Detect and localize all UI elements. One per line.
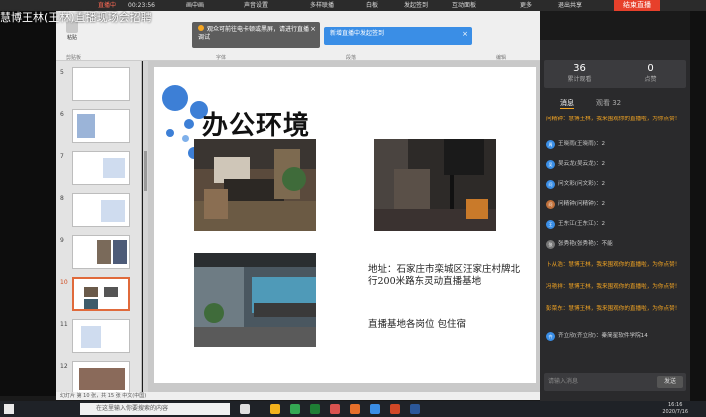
group-clipboard: 剪贴板 (66, 55, 82, 61)
chrome-icon[interactable] (290, 404, 300, 414)
right-dark-strip (690, 11, 706, 401)
slide-thumbnails: 5 6 7 8 9 10 11 12 (56, 61, 142, 395)
status-bar: 幻灯片 第 10 张，共 15 张 中文(中国) (56, 392, 540, 400)
more-button[interactable]: 更多 (520, 1, 532, 10)
app-icon[interactable] (330, 404, 340, 414)
left-dark-strip (0, 11, 56, 396)
avatar: 问 (546, 180, 555, 189)
taskbar-search-input[interactable]: 在这里输入你要搜索的内容 (80, 403, 230, 415)
office-photo-reception (194, 139, 316, 231)
decor-circle (184, 119, 194, 129)
slide-thumbnail[interactable] (72, 193, 130, 227)
slide-thumbnail[interactable] (72, 67, 130, 101)
slide: 办公环境 地址：石家庄市栾城区汪家庄村牌北行200米路东灵动直播基地 直播基地各… (154, 67, 536, 383)
thumb-number: 6 (60, 111, 64, 118)
whiteboard-button[interactable]: 白板 (366, 1, 378, 10)
slide-thumbnail[interactable] (72, 361, 130, 395)
thumb-number: 5 (60, 69, 64, 76)
overlay-title: 慧博王林(王林)直播现场会招聘 (0, 11, 152, 24)
task-view-icon[interactable] (240, 404, 250, 414)
windows-start-icon[interactable] (4, 404, 14, 414)
thumb-number: 10 (60, 279, 68, 286)
slide-thumbnail[interactable] (72, 109, 130, 143)
group-font: 字体 (216, 55, 227, 61)
app-icon[interactable] (350, 404, 360, 414)
stat-likes: 0 点赞 (644, 63, 657, 83)
send-button[interactable]: 发送 (657, 376, 683, 388)
decor-circle (166, 129, 174, 137)
multicast-button[interactable]: 多样联播 (310, 1, 334, 10)
group-editing: 编辑 (496, 55, 507, 61)
warning-icon (198, 25, 204, 31)
avatar: 齐 (546, 332, 555, 341)
avatar: 吴 (546, 160, 555, 169)
sound-settings-button[interactable]: 声音设置 (244, 1, 268, 10)
file-explorer-icon[interactable] (270, 404, 280, 414)
live-side-panel: 36 累计观看 0 点赞 消息 观看 32 问精钟：慧博王林，我来围观你的直播啦… (540, 40, 690, 401)
message-list: 问精钟：慧博王林，我来围观你的直播啦，为你点赞！ 周王晓雨(王晓雨)：2 吴吴云… (544, 116, 686, 368)
group-paragraph: 段落 (346, 55, 357, 61)
system-message: 冯艳祥：慧博王林，我来围观你的直播啦，为你点赞！ (546, 284, 681, 290)
avatar: 问 (546, 200, 555, 209)
windows-taskbar: 在这里输入你要搜索的内容 16:16 2020/7/16 (0, 401, 706, 417)
checkin-button[interactable]: 发起签到 (404, 1, 428, 10)
close-icon[interactable]: × (310, 25, 316, 33)
app-icon[interactable] (370, 404, 380, 414)
system-message: 卜从浩：慧博王林，我来围观你的直播啦，为你点赞！ (546, 262, 681, 268)
stats-box: 36 累计观看 0 点赞 (544, 60, 686, 88)
address-text: 地址：石家庄市栾城区汪家庄村牌北行200米路东灵动直播基地 (368, 264, 521, 287)
avatar: 周 (546, 140, 555, 149)
slide-title: 办公环境 (202, 111, 311, 141)
checkin-notice: 新增直播中发起签到 × (324, 27, 472, 45)
system-message: 问精钟：慧博王林，我来围观你的直播啦，为你点赞！ (546, 116, 681, 122)
exit-share-button[interactable]: 退出共享 (558, 1, 582, 10)
thumb-number: 9 (60, 237, 64, 244)
slide-thumbnail[interactable] (72, 319, 130, 353)
screen: 直播中 00:23:56 画中画 声音设置 多样联播 白板 发起签到 互动面板 … (0, 0, 706, 417)
panel-tabs: 消息 观看 32 (544, 98, 686, 110)
slide-thumbnail-selected[interactable] (72, 277, 130, 311)
message-input[interactable]: 请输入消息 发送 (544, 373, 686, 391)
office-photo-workspace (194, 253, 316, 347)
decor-circle (162, 85, 188, 111)
powerpoint-icon[interactable] (390, 404, 400, 414)
office-photo-studio (374, 139, 496, 231)
close-icon[interactable]: × (462, 30, 468, 38)
stat-views: 36 累计观看 (567, 63, 592, 83)
system-message: 彭菜东：慧博王林，我来围观你的直播啦，为你点赞！ (546, 306, 681, 312)
tab-messages[interactable]: 消息 (560, 98, 574, 109)
avatar: 王 (546, 220, 555, 229)
thumb-number: 7 (60, 153, 64, 160)
thumb-number: 8 (60, 195, 64, 202)
tab-viewers[interactable]: 观看 32 (596, 98, 621, 108)
end-live-button[interactable]: 结束直播 (614, 0, 660, 11)
debug-notice: 观众可前往电卡顿或黑屏，请进行直播调试 × (192, 22, 320, 48)
housing-note: 直播基地各岗位 包住宿 (368, 319, 467, 330)
slide-canvas: 办公环境 地址：石家庄市栾城区汪家庄村牌北行200米路东灵动直播基地 直播基地各… (148, 61, 540, 392)
slide-thumbnail[interactable] (72, 235, 130, 269)
taskbar-clock: 16:16 2020/7/16 (662, 402, 688, 415)
pip-button[interactable]: 画中画 (186, 1, 204, 10)
decor-circle (182, 135, 189, 142)
thumb-number: 11 (60, 321, 68, 328)
interaction-panel-button[interactable]: 互动面板 (452, 1, 476, 10)
thumb-number: 12 (60, 363, 68, 370)
avatar: 张 (546, 240, 555, 249)
slide-thumbnail[interactable] (72, 151, 130, 185)
excel-icon[interactable] (310, 404, 320, 414)
word-icon[interactable] (410, 404, 420, 414)
